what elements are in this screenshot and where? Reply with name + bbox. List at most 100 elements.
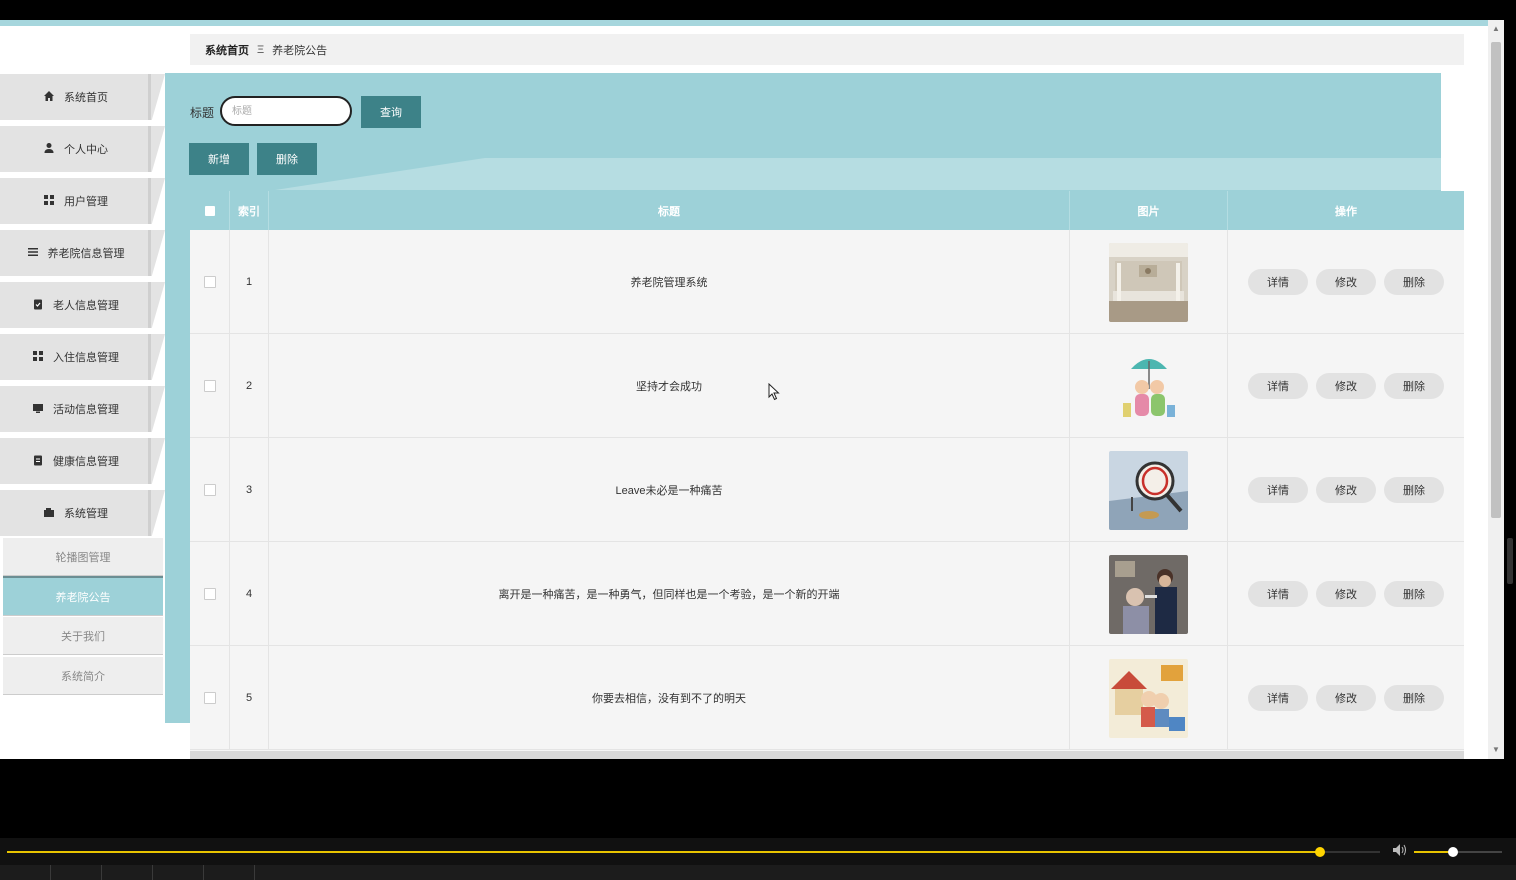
row-index: 4 <box>230 542 269 646</box>
elderly-care-cartoon <box>1109 658 1188 738</box>
breadcrumb-current: 养老院公告 <box>272 44 328 57</box>
table-row: 5 你要去相信，没有到不了的明天 详情 修改 删除 <box>190 646 1464 750</box>
row-index: 3 <box>230 438 269 542</box>
search-label: 标题 <box>190 106 215 120</box>
add-button[interactable]: 新增 <box>189 143 249 175</box>
user-icon <box>42 142 56 157</box>
table-row: 4 离开是一种痛苦，是一种勇气，但同样也是一个考验，是一个新的开端 详情 修改 … <box>190 542 1464 646</box>
delete-button[interactable]: 删除 <box>1384 581 1444 607</box>
row-title: 坚持才会成功 <box>269 334 1070 438</box>
row-index: 5 <box>230 646 269 750</box>
home-icon <box>42 90 56 105</box>
search-input[interactable] <box>220 96 352 126</box>
notice-table: 索引 标题 图片 操作 1 养老院管理系统 详情 修改 删除 2 坚持才会成功 … <box>190 191 1464 759</box>
column-ops: 操作 <box>1335 205 1357 218</box>
detail-button[interactable]: 详情 <box>1248 373 1308 399</box>
sidebar-item-home[interactable]: 系统首页 <box>0 74 165 120</box>
edit-button[interactable]: 修改 <box>1316 269 1376 295</box>
delete-button[interactable]: 删除 <box>1384 685 1444 711</box>
volume-handle[interactable] <box>1448 847 1458 857</box>
mouse-cursor-icon <box>768 382 780 404</box>
table-row: 3 Leave未必是一种痛苦 详情 修改 删除 <box>190 438 1464 542</box>
row-title: 你要去相信，没有到不了的明天 <box>269 646 1070 750</box>
sidebar-item-label: 用户管理 <box>64 196 108 208</box>
sidebar-item-checkin-info[interactable]: 入住信息管理 <box>0 334 165 380</box>
delete-button[interactable]: 删除 <box>1384 373 1444 399</box>
detail-button[interactable]: 详情 <box>1248 685 1308 711</box>
sidebar-item-label: 系统管理 <box>64 508 108 520</box>
row-checkbox[interactable] <box>203 692 216 704</box>
row-index: 1 <box>230 230 269 334</box>
progress-handle[interactable] <box>1315 847 1325 857</box>
window-edge <box>1504 20 1516 759</box>
sidebar-item-label: 健康信息管理 <box>53 456 119 468</box>
lobby-photo <box>1109 242 1188 322</box>
breadcrumb-separator-icon: Ξ <box>257 43 265 56</box>
delete-button[interactable]: 删除 <box>1384 269 1444 295</box>
volume-icon[interactable] <box>1392 843 1408 860</box>
scroll-thumb[interactable] <box>1491 42 1501 518</box>
settings-folder-icon <box>42 506 56 521</box>
edit-button[interactable]: 修改 <box>1316 477 1376 503</box>
sidebar-item-elderly-info[interactable]: 老人信息管理 <box>0 282 165 328</box>
row-checkbox[interactable] <box>203 380 216 392</box>
row-title: Leave未必是一种痛苦 <box>269 438 1070 542</box>
scroll-up-icon[interactable]: ▲ <box>1488 22 1504 36</box>
select-all-checkbox[interactable] <box>190 191 230 230</box>
clipboard-check-icon <box>31 298 45 313</box>
sidebar-item-nursing-home-info[interactable]: 养老院信息管理 <box>0 230 165 276</box>
submenu-about[interactable]: 关于我们 <box>3 617 163 655</box>
row-index: 2 <box>230 334 269 438</box>
table-header: 索引 标题 图片 操作 <box>190 191 1464 230</box>
submenu-carousel[interactable]: 轮播图管理 <box>3 538 163 576</box>
player-bottom-strip <box>0 865 1516 880</box>
sidebar-item-profile[interactable]: 个人中心 <box>0 126 165 172</box>
sidebar: 系统首页 个人中心 用户管理 养老院信息管理 老人信息管理 入住信息管理 活动信… <box>0 70 165 759</box>
submenu-notice[interactable]: 养老院公告 <box>3 576 163 616</box>
row-title: 离开是一种痛苦，是一种勇气，但同样也是一个考验，是一个新的开端 <box>269 542 1070 646</box>
breadcrumb-home[interactable]: 系统首页 <box>205 42 249 58</box>
row-checkbox[interactable] <box>203 484 216 496</box>
query-button[interactable]: 查询 <box>361 96 421 128</box>
progress-fill <box>7 851 1320 853</box>
row-checkbox[interactable] <box>203 276 216 288</box>
sidebar-item-activity-info[interactable]: 活动信息管理 <box>0 386 165 432</box>
clipboard-icon <box>31 454 45 469</box>
bulk-delete-button[interactable]: 删除 <box>257 143 317 175</box>
sidebar-item-label: 养老院信息管理 <box>47 248 125 260</box>
detail-button[interactable]: 详情 <box>1248 477 1308 503</box>
app-viewport: 系统首页 Ξ 养老院公告 系统首页 个人中心 用户管理 养老院信息管理 老人信息… <box>0 26 1488 759</box>
breadcrumb: 系统首页 Ξ 养老院公告 <box>190 34 1464 65</box>
delete-button[interactable]: 删除 <box>1384 477 1444 503</box>
detail-button[interactable]: 详情 <box>1248 269 1308 295</box>
sidebar-item-label: 系统首页 <box>64 92 108 104</box>
edit-button[interactable]: 修改 <box>1316 581 1376 607</box>
grid-icon <box>42 194 56 209</box>
list-icon <box>26 246 40 261</box>
table-horizontal-scrollbar[interactable] <box>190 751 1464 759</box>
edge-grip[interactable] <box>1507 538 1513 584</box>
sidebar-item-users[interactable]: 用户管理 <box>0 178 165 224</box>
submenu-intro[interactable]: 系统简介 <box>3 657 163 695</box>
grid-icon <box>31 350 45 365</box>
video-player-controls <box>0 838 1516 880</box>
column-title: 标题 <box>269 191 1070 230</box>
column-image: 图片 <box>1070 191 1228 230</box>
sidebar-item-health-info[interactable]: 健康信息管理 <box>0 438 165 484</box>
sidebar-item-system[interactable]: 系统管理 <box>0 490 165 536</box>
elderly-couple-umbrella-illustration <box>1109 346 1188 426</box>
sidebar-item-label: 活动信息管理 <box>53 404 119 416</box>
row-checkbox[interactable] <box>203 588 216 600</box>
pension-magnifier-photo <box>1109 450 1188 530</box>
row-title: 养老院管理系统 <box>269 230 1070 334</box>
edit-button[interactable]: 修改 <box>1316 685 1376 711</box>
edit-button[interactable]: 修改 <box>1316 373 1376 399</box>
scroll-down-icon[interactable]: ▼ <box>1488 743 1504 757</box>
sidebar-item-label: 个人中心 <box>64 144 108 156</box>
monitor-icon <box>31 402 45 417</box>
detail-button[interactable]: 详情 <box>1248 581 1308 607</box>
sidebar-item-label: 入住信息管理 <box>53 352 119 364</box>
table-row: 2 坚持才会成功 详情 修改 删除 <box>190 334 1464 438</box>
page-scrollbar[interactable]: ▲ ▼ <box>1488 20 1504 759</box>
table-row: 1 养老院管理系统 详情 修改 删除 <box>190 230 1464 334</box>
